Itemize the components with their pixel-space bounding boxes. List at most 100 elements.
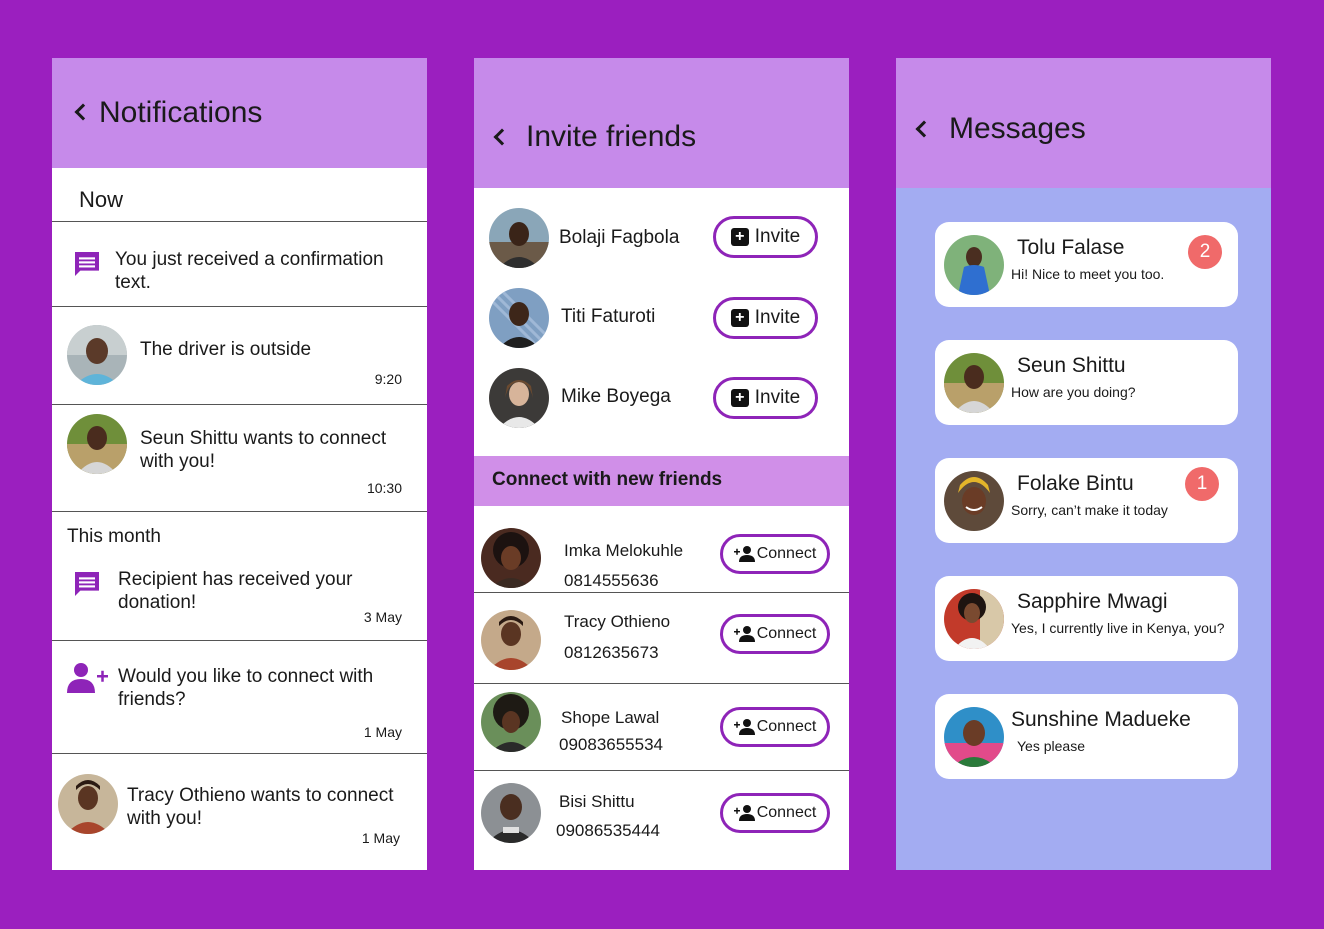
- divider: [52, 753, 427, 754]
- notification-text: Would you like to connect with friends?: [118, 666, 374, 710]
- unread-badge: 2: [1188, 235, 1222, 269]
- message-thread[interactable]: Tolu Falase Hi! Nice to meet you too. 2: [935, 222, 1238, 307]
- connect-button-label: Connect: [756, 718, 817, 735]
- avatar: [944, 235, 1004, 295]
- contact-name: Seun Shittu: [1017, 354, 1126, 377]
- connect-button[interactable]: Connect: [720, 707, 830, 747]
- avatar: [67, 325, 127, 385]
- invite-button[interactable]: + Invite: [713, 377, 818, 419]
- divider: [52, 511, 427, 512]
- notification-time: 3 May: [363, 609, 402, 625]
- add-person-icon: [733, 805, 755, 821]
- divider: [52, 221, 427, 222]
- messages-screen: Messages Tolu Falase Hi! Nice to meet yo…: [896, 58, 1271, 870]
- invite-button-label: Invite: [754, 226, 801, 247]
- avatar: [58, 774, 118, 834]
- notification-time: 1 May: [363, 724, 402, 740]
- plus-icon: +: [730, 228, 749, 246]
- avatar: [481, 692, 541, 752]
- divider: [52, 640, 427, 641]
- notification-time: 9:20: [374, 371, 402, 387]
- notification-time: 1 May: [361, 830, 400, 846]
- notifications-screen: Notifications Now You just received a co…: [52, 58, 427, 870]
- plus-icon: +: [730, 309, 749, 327]
- avatar: [489, 208, 549, 268]
- invite-button[interactable]: + Invite: [713, 297, 818, 339]
- divider: [52, 306, 427, 307]
- add-person-icon: [733, 719, 755, 735]
- add-person-icon: [67, 663, 108, 693]
- invite-header: Invite friends: [474, 58, 849, 188]
- notification-time: 10:30: [366, 480, 402, 496]
- suggestion-phone: 09083655534: [559, 735, 664, 754]
- suggestion-name: Tracy Othieno: [564, 612, 671, 631]
- connect-button-label: Connect: [756, 545, 817, 562]
- notification-text: The driver is outside: [140, 339, 312, 360]
- avatar: [67, 414, 127, 474]
- message-thread[interactable]: Sunshine Madueke Yes please: [935, 694, 1238, 779]
- connect-button[interactable]: Connect: [720, 793, 830, 833]
- connect-button[interactable]: Connect: [720, 534, 830, 574]
- avatar: [481, 610, 541, 670]
- connect-button[interactable]: Connect: [720, 614, 830, 654]
- invite-friends-screen: Invite friends Bolaji Fagbola + Invite T…: [474, 58, 849, 870]
- add-person-icon: [733, 546, 755, 562]
- avatar: [944, 471, 1004, 531]
- page-title: Notifications: [99, 96, 263, 129]
- contact-name: Sunshine Madueke: [1011, 708, 1191, 731]
- notification-text: Recipient has received your donation!: [118, 569, 353, 613]
- avatar: [944, 707, 1004, 767]
- suggestion-phone: 09086535444: [556, 821, 661, 840]
- avatar: [481, 528, 541, 588]
- message-preview: Yes, I currently live in Kenya, you?: [1011, 620, 1225, 636]
- message-preview: Yes please: [1017, 738, 1085, 754]
- message-thread[interactable]: Folake Bintu Sorry, can’t make it today …: [935, 458, 1238, 543]
- suggestion-name: Imka Melokuhle: [564, 541, 684, 560]
- avatar: [489, 288, 549, 348]
- page-title: Messages: [949, 112, 1086, 145]
- friend-name: Bolaji Fagbola: [559, 227, 680, 248]
- avatar: [944, 353, 1004, 413]
- chat-message-icon: [75, 572, 99, 596]
- back-chevron-icon[interactable]: [74, 103, 92, 121]
- messages-header: Messages: [896, 58, 1271, 188]
- back-chevron-icon[interactable]: [493, 128, 511, 146]
- friend-name: Titi Faturoti: [561, 306, 656, 327]
- avatar: [944, 589, 1004, 649]
- notification-text: Tracy Othieno wants to connect with you!: [127, 785, 394, 829]
- friend-name: Mike Boyega: [561, 386, 671, 407]
- message-preview: Sorry, can’t make it today: [1011, 502, 1168, 518]
- invite-button[interactable]: + Invite: [713, 216, 818, 258]
- page-title: Invite friends: [526, 120, 697, 153]
- message-thread[interactable]: Sapphire Mwagi Yes, I currently live in …: [935, 576, 1238, 661]
- chat-message-icon: [75, 252, 99, 276]
- message-preview: Hi! Nice to meet you too.: [1011, 266, 1165, 282]
- divider: [474, 770, 849, 771]
- unread-badge: 1: [1185, 467, 1219, 501]
- connect-button-label: Connect: [756, 625, 817, 642]
- avatar: [481, 783, 541, 843]
- divider: [474, 592, 849, 593]
- message-thread[interactable]: Seun Shittu How are you doing?: [935, 340, 1238, 425]
- avatar: [489, 368, 549, 428]
- section-now: Now: [79, 187, 124, 212]
- notifications-header: Notifications: [52, 58, 427, 168]
- back-chevron-icon[interactable]: [915, 120, 933, 138]
- section-title: Connect with new friends: [492, 469, 723, 490]
- contact-name: Sapphire Mwagi: [1017, 590, 1168, 613]
- connect-button-label: Connect: [756, 804, 817, 821]
- contact-name: Tolu Falase: [1017, 236, 1125, 259]
- divider: [474, 683, 849, 684]
- add-person-icon: [733, 626, 755, 642]
- contact-name: Folake Bintu: [1017, 472, 1134, 495]
- section-this-month: This month: [67, 526, 161, 547]
- plus-icon: +: [730, 389, 749, 407]
- suggestion-phone: 0814555636: [564, 571, 659, 590]
- divider: [52, 404, 427, 405]
- suggestion-phone: 0812635673: [564, 643, 659, 662]
- suggestion-name: Shope Lawal: [561, 708, 660, 727]
- invite-button-label: Invite: [754, 307, 801, 328]
- notification-text: Seun Shittu wants to connect with you!: [140, 428, 387, 472]
- message-preview: How are you doing?: [1011, 384, 1136, 400]
- suggestion-name: Bisi Shittu: [559, 792, 635, 811]
